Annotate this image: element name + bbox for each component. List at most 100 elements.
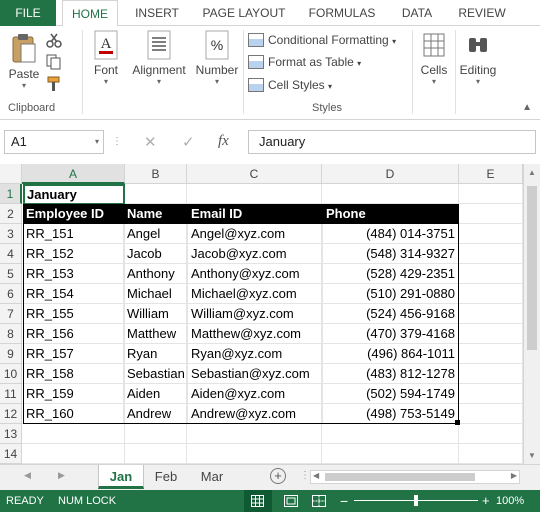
zoom-out-icon[interactable]: − [340,490,348,512]
paste-button[interactable]: Paste ▾ [6,32,42,91]
horizontal-scrollbar[interactable]: ◀ ▶ [310,470,520,484]
name-box[interactable]: A1 ▾ [4,130,104,154]
row-header[interactable]: 3 [0,224,22,244]
select-all-corner[interactable] [0,164,22,184]
email-cell[interactable]: Sebastian@xyz.com [188,364,323,384]
tab-home[interactable]: HOME [62,0,118,27]
phone-cell[interactable]: (483) 812-1278 [323,364,459,384]
row-header[interactable]: 5 [0,264,22,284]
table-resize-handle[interactable] [455,420,460,425]
alignment-button[interactable]: Alignment ▾ [128,30,190,87]
cell-a1-title[interactable]: January [23,184,125,205]
row-header[interactable]: 11 [0,384,22,404]
employee-id-cell[interactable]: RR_158 [23,364,124,384]
row-header[interactable]: 9 [0,344,22,364]
format-as-table-button[interactable]: Format as Table ▾ [248,52,361,72]
column-header-c[interactable]: C [187,164,322,184]
email-cell[interactable]: William@xyz.com [188,304,323,324]
row-header[interactable]: 7 [0,304,22,324]
name-cell[interactable]: Sebastian [124,364,188,384]
employee-id-cell[interactable]: RR_151 [23,224,124,244]
column-header-b[interactable]: B [125,164,187,184]
sheet-tab-mar[interactable]: Mar [192,465,232,489]
add-sheet-icon[interactable]: + [270,468,286,484]
zoom-in-icon[interactable]: + [482,490,490,512]
number-button[interactable]: % Number ▾ [194,30,240,87]
tab-review[interactable]: REVIEW [452,0,512,26]
employee-id-cell[interactable]: RR_160 [23,404,124,424]
row-header[interactable]: 13 [0,424,22,444]
scroll-up-icon[interactable]: ▲ [524,168,540,177]
email-cell[interactable]: Michael@xyz.com [188,284,323,304]
tab-page-layout[interactable]: PAGE LAYOUT [196,0,292,26]
phone-cell[interactable]: (548) 314-9327 [323,244,459,264]
scroll-right-icon[interactable]: ▶ [511,471,517,480]
tab-insert[interactable]: INSERT [126,0,188,26]
font-button[interactable]: A Font ▾ [88,30,124,87]
insert-function-icon[interactable]: fx [218,133,229,150]
email-cell[interactable]: Andrew@xyz.com [188,404,323,424]
email-cell[interactable]: Jacob@xyz.com [188,244,323,264]
email-cell[interactable]: Angel@xyz.com [188,224,323,244]
phone-cell[interactable]: (496) 864-1011 [323,344,459,364]
cells-button[interactable]: Cells ▾ [416,30,452,87]
email-cell[interactable]: Ryan@xyz.com [188,344,323,364]
employee-id-cell[interactable]: RR_152 [23,244,124,264]
prev-sheet-icon[interactable]: ◀ [24,470,31,481]
row-header[interactable]: 12 [0,404,22,424]
row-header[interactable]: 10 [0,364,22,384]
enter-icon[interactable]: ✓ [182,133,195,151]
scroll-down-icon[interactable]: ▼ [528,451,536,460]
format-painter-icon[interactable] [46,76,62,92]
scroll-thumb[interactable] [527,186,537,350]
vertical-scrollbar[interactable]: ▲ ▼ [523,164,540,464]
tab-formulas[interactable]: FORMULAS [302,0,382,26]
header-employee-id[interactable]: Employee ID [23,204,108,224]
scroll-left-icon[interactable]: ◀ [313,471,319,480]
column-header-d[interactable]: D [322,164,459,184]
employee-id-cell[interactable]: RR_157 [23,344,124,364]
page-break-preview-icon[interactable] [312,495,326,507]
name-cell[interactable]: Andrew [124,404,188,424]
name-cell[interactable]: William [124,304,188,324]
phone-cell[interactable]: (510) 291-0880 [323,284,459,304]
row-header[interactable]: 6 [0,284,22,304]
zoom-level[interactable]: 100% [496,490,524,512]
tab-file[interactable]: FILE [0,0,56,26]
email-cell[interactable]: Aiden@xyz.com [188,384,323,404]
cut-icon[interactable] [46,32,62,48]
sheet-tab-feb[interactable]: Feb [146,465,186,489]
conditional-formatting-button[interactable]: Conditional Formatting ▾ [248,30,396,50]
chevron-down-icon[interactable]: ▾ [95,131,99,153]
copy-icon[interactable] [46,54,62,70]
email-cell[interactable]: Anthony@xyz.com [188,264,323,284]
phone-cell[interactable]: (498) 753-5149 [323,404,459,424]
employee-id-cell[interactable]: RR_155 [23,304,124,324]
name-cell[interactable]: Matthew [124,324,188,344]
name-cell[interactable]: Angel [124,224,188,244]
email-cell[interactable]: Matthew@xyz.com [188,324,323,344]
column-header-e[interactable]: E [459,164,523,184]
phone-cell[interactable]: (524) 456-9168 [323,304,459,324]
name-cell[interactable]: Aiden [124,384,188,404]
page-layout-view-icon[interactable] [284,495,298,507]
sheet-tab-jan[interactable]: Jan [98,465,144,489]
header-phone[interactable]: Phone [323,204,369,224]
row-header[interactable]: 14 [0,444,22,464]
tab-data[interactable]: DATA [390,0,444,26]
next-sheet-icon[interactable]: ▶ [58,470,65,481]
collapse-ribbon-icon[interactable]: ▲ [522,102,532,113]
name-cell[interactable]: Ryan [124,344,188,364]
row-header[interactable]: 8 [0,324,22,344]
row-header[interactable]: 1 [0,184,22,204]
phone-cell[interactable]: (484) 014-3751 [323,224,459,244]
employee-id-cell[interactable]: RR_156 [23,324,124,344]
phone-cell[interactable]: (502) 594-1749 [323,384,459,404]
name-cell[interactable]: Michael [124,284,188,304]
normal-view-button[interactable] [244,490,272,512]
name-cell[interactable]: Jacob [124,244,188,264]
row-header[interactable]: 4 [0,244,22,264]
column-header-a[interactable]: A [22,164,125,184]
editing-button[interactable]: Editing ▾ [458,30,498,87]
scroll-thumb[interactable] [325,473,475,481]
